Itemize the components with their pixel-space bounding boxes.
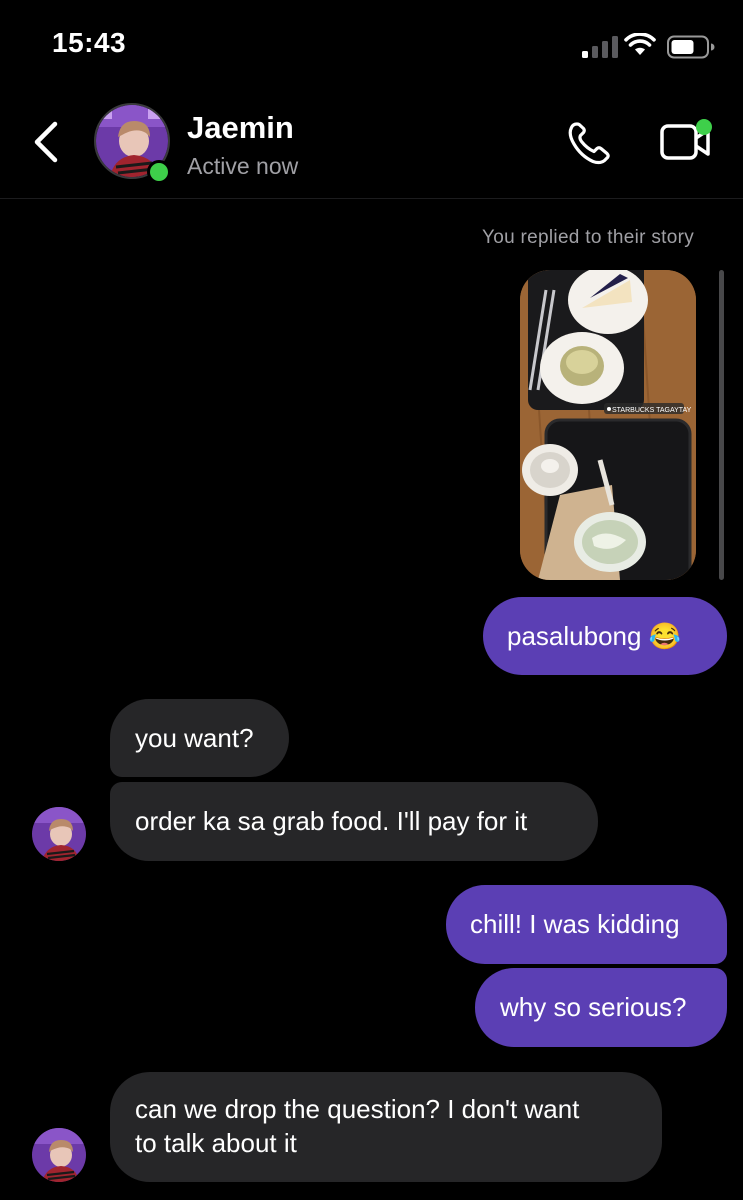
- message-text-line-1: can we drop the question? I don't want: [135, 1094, 580, 1124]
- contact-avatar-small[interactable]: [32, 807, 86, 861]
- contact-avatar-small[interactable]: [32, 1128, 86, 1182]
- message-text-line-2: to talk about it: [135, 1128, 297, 1158]
- notification-dot: [696, 119, 712, 135]
- received-message-bubble[interactable]: you want?: [110, 699, 289, 777]
- avatar-photo: [32, 807, 86, 861]
- story-reply-caption: You replied to their story: [482, 227, 694, 248]
- message-text: why so serious?: [500, 992, 687, 1022]
- video-call-button[interactable]: [658, 118, 714, 166]
- wifi-icon: [624, 33, 656, 55]
- message-text: you want?: [135, 723, 254, 753]
- received-message-bubble[interactable]: order ka sa grab food. I'll pay for it: [110, 782, 598, 861]
- story-location-sticker: STARBUCKS TAGAYTAY: [612, 407, 692, 414]
- message-text: pasalubong 😂: [507, 621, 682, 651]
- phone-call-button[interactable]: [566, 120, 612, 166]
- back-button[interactable]: [28, 120, 64, 164]
- contact-status: Active now: [187, 153, 299, 179]
- sent-message-bubble[interactable]: why so serious?: [475, 968, 727, 1047]
- battery-icon: [667, 35, 715, 59]
- received-message-bubble[interactable]: can we drop the question? I don't want t…: [110, 1072, 662, 1182]
- chat-header: Jaemin Active now: [0, 98, 743, 199]
- avatar-photo: [32, 1128, 86, 1182]
- contact-name[interactable]: Jaemin: [187, 110, 294, 146]
- contact-avatar-button[interactable]: [94, 103, 174, 184]
- sent-message-bubble[interactable]: chill! I was kidding: [446, 885, 727, 964]
- status-time: 15:43: [52, 27, 127, 58]
- cellular-signal-icon: [582, 36, 618, 58]
- message-text: order ka sa grab food. I'll pay for it: [135, 806, 528, 836]
- active-status-indicator: [147, 160, 171, 184]
- story-thumbnail[interactable]: STARBUCKS TAGAYTAY: [520, 270, 696, 580]
- sent-message-bubble[interactable]: pasalubong 😂: [483, 597, 727, 675]
- chat-scrollbar[interactable]: [719, 270, 724, 580]
- message-text: chill! I was kidding: [470, 909, 680, 939]
- status-bar: 15:43: [0, 0, 743, 90]
- story-photo: STARBUCKS TAGAYTAY: [520, 270, 696, 580]
